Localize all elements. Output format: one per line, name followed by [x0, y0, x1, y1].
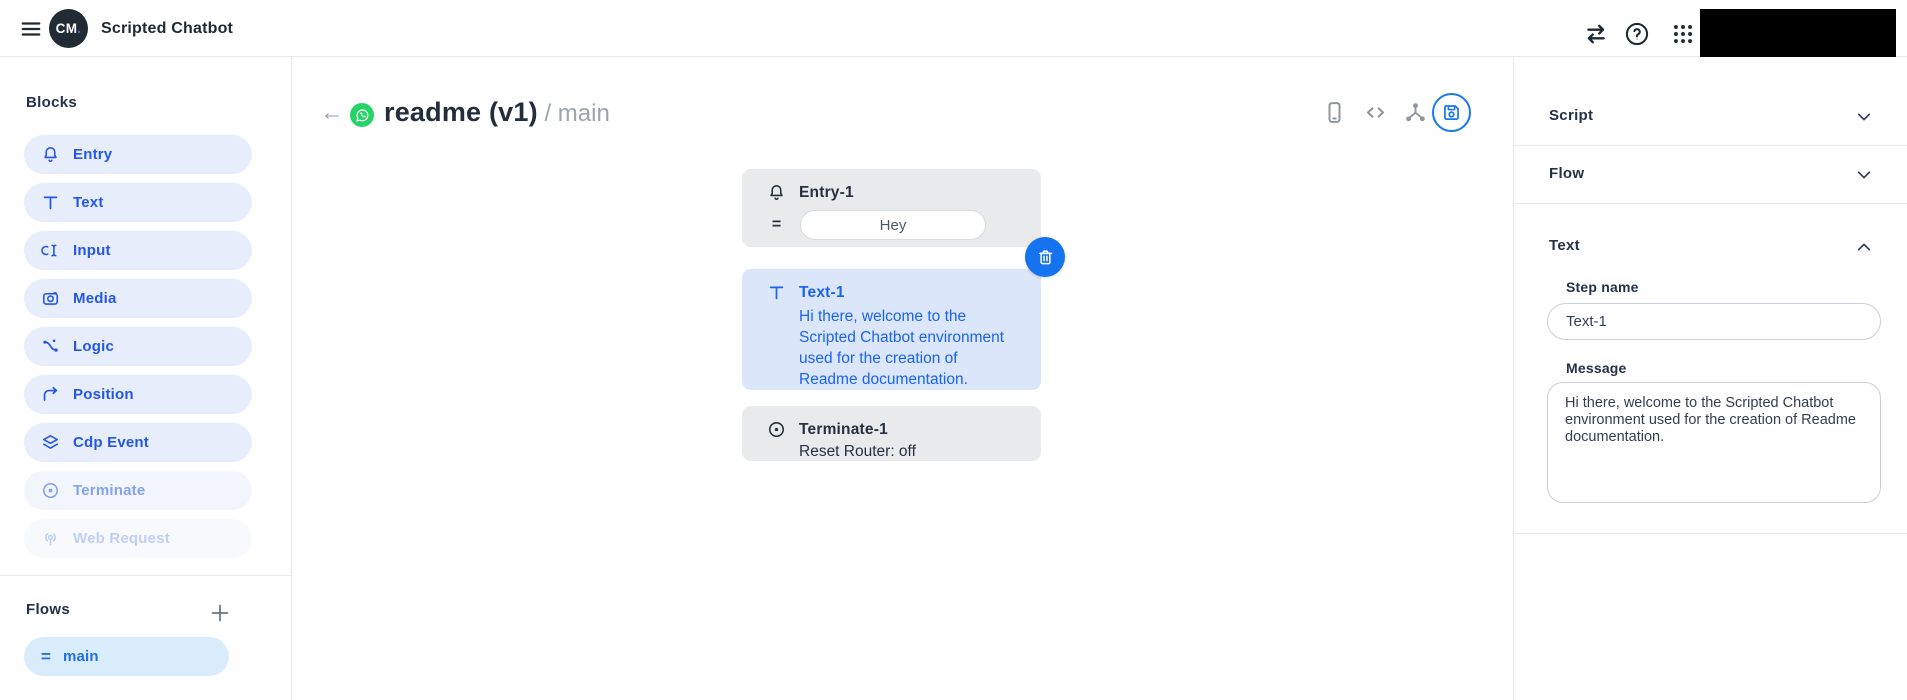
block-item-logic[interactable]: Logic [24, 327, 252, 366]
block-item-label: Web Request [73, 530, 170, 547]
node-entry-1[interactable]: Entry-1 = Hey [742, 169, 1041, 247]
section-label: Flow [1549, 165, 1585, 182]
flows-section-title: Flows [26, 601, 71, 618]
block-item-label: Media [73, 290, 117, 307]
swap-arrows-icon[interactable] [1583, 21, 1609, 47]
flow-item-label: main [62, 648, 99, 665]
branch-icon [41, 337, 60, 356]
block-item-label: Text [73, 194, 104, 211]
text-icon [41, 193, 60, 212]
node-title: Entry-1 [799, 183, 854, 201]
block-item-label: Cdp Event [73, 434, 149, 451]
layers-icon [41, 433, 60, 452]
chevron-down-icon [1855, 108, 1873, 126]
node-text-1[interactable]: Text-1 Hi there, welcome to the Scripted… [742, 269, 1041, 390]
logo-text: CM [55, 21, 78, 36]
code-view-icon[interactable] [1363, 100, 1388, 125]
bell-icon [41, 145, 60, 164]
inspector-divider [1514, 533, 1907, 534]
help-icon[interactable] [1624, 21, 1650, 47]
block-item-terminate[interactable]: Terminate [24, 471, 252, 510]
sidebar-divider [0, 575, 292, 576]
step-name-input[interactable] [1547, 303, 1881, 340]
inspector-panel: Script Flow Text Step name Message [1514, 57, 1907, 700]
entry-keyword-field[interactable]: Hey [800, 210, 986, 240]
logo-dot: . [77, 21, 82, 36]
entry-keyword-value: Hey [879, 216, 907, 234]
back-arrow-icon[interactable]: ← [320, 101, 344, 125]
node-subtitle: Reset Router: off [799, 443, 916, 460]
blocks-sidebar: Blocks Entry Text Input Media Logic Posi… [0, 57, 292, 700]
mobile-preview-icon[interactable] [1322, 100, 1347, 125]
message-textarea[interactable] [1547, 382, 1881, 503]
script-title: readme (v1) [384, 97, 538, 127]
camera-icon [41, 289, 60, 308]
block-item-entry[interactable]: Entry [24, 135, 252, 174]
equals-icon: = [41, 646, 51, 666]
record-icon [767, 420, 786, 439]
breadcrumb: readme (v1) / main [384, 97, 610, 128]
chevron-up-icon [1855, 238, 1873, 256]
section-label: Script [1549, 107, 1594, 124]
section-header-text[interactable]: Text [1514, 237, 1907, 267]
section-header-flow[interactable]: Flow [1514, 165, 1907, 195]
broadcast-icon [41, 529, 60, 548]
block-item-label: Input [73, 242, 111, 259]
app-title: Scripted Chatbot [101, 20, 234, 37]
delete-node-button[interactable] [1025, 237, 1065, 277]
chevron-down-icon [1855, 166, 1873, 184]
input-cursor-icon [41, 241, 60, 260]
top-bar: CM. Scripted Chatbot [0, 0, 1907, 57]
block-item-position[interactable]: Position [24, 375, 252, 414]
flow-canvas[interactable]: ← readme (v1) / main Entry-1 = Hey Text-… [292, 57, 1514, 700]
flow-item-main[interactable]: = main [24, 637, 229, 676]
save-button[interactable] [1432, 93, 1471, 132]
curved-arrow-icon [41, 385, 60, 404]
block-item-label: Position [73, 386, 134, 403]
hamburger-menu-icon[interactable] [20, 18, 42, 38]
node-terminate-1[interactable]: Terminate-1 Reset Router: off [742, 406, 1041, 461]
node-title: Text-1 [799, 283, 845, 301]
apps-grid-icon[interactable] [1670, 21, 1696, 47]
block-item-input[interactable]: Input [24, 231, 252, 270]
breadcrumb-flow: main [557, 100, 610, 127]
equals-operator: = [771, 216, 782, 233]
scripted-chatbot-app: CM. Scripted Chatbot Blocks Entry Text I… [0, 0, 1907, 700]
blocks-section-title: Blocks [26, 94, 77, 111]
step-name-label: Step name [1566, 279, 1639, 295]
redacted-account-region [1700, 9, 1896, 57]
node-title: Terminate-1 [799, 420, 888, 438]
block-item-text[interactable]: Text [24, 183, 252, 222]
block-item-cdp-event[interactable]: Cdp Event [24, 423, 252, 462]
connections-icon[interactable] [1403, 100, 1428, 125]
inspector-divider [1514, 145, 1907, 146]
block-item-media[interactable]: Media [24, 279, 252, 318]
inspector-divider [1514, 203, 1907, 204]
block-item-label: Terminate [73, 482, 146, 499]
record-icon [41, 481, 60, 500]
section-label: Text [1549, 237, 1580, 254]
add-flow-button[interactable] [208, 601, 232, 625]
node-message-text: Hi there, welcome to the Scripted Chatbo… [799, 308, 1005, 388]
message-label: Message [1566, 360, 1627, 376]
breadcrumb-separator: / [537, 100, 558, 127]
block-item-label: Entry [73, 146, 113, 163]
text-icon [767, 283, 786, 302]
block-item-label: Logic [73, 338, 114, 355]
whatsapp-channel-icon [350, 103, 374, 127]
section-header-script[interactable]: Script [1514, 107, 1907, 137]
cm-logo[interactable]: CM. [49, 9, 88, 48]
block-item-web-request[interactable]: Web Request [24, 519, 252, 558]
bell-icon [767, 183, 786, 202]
